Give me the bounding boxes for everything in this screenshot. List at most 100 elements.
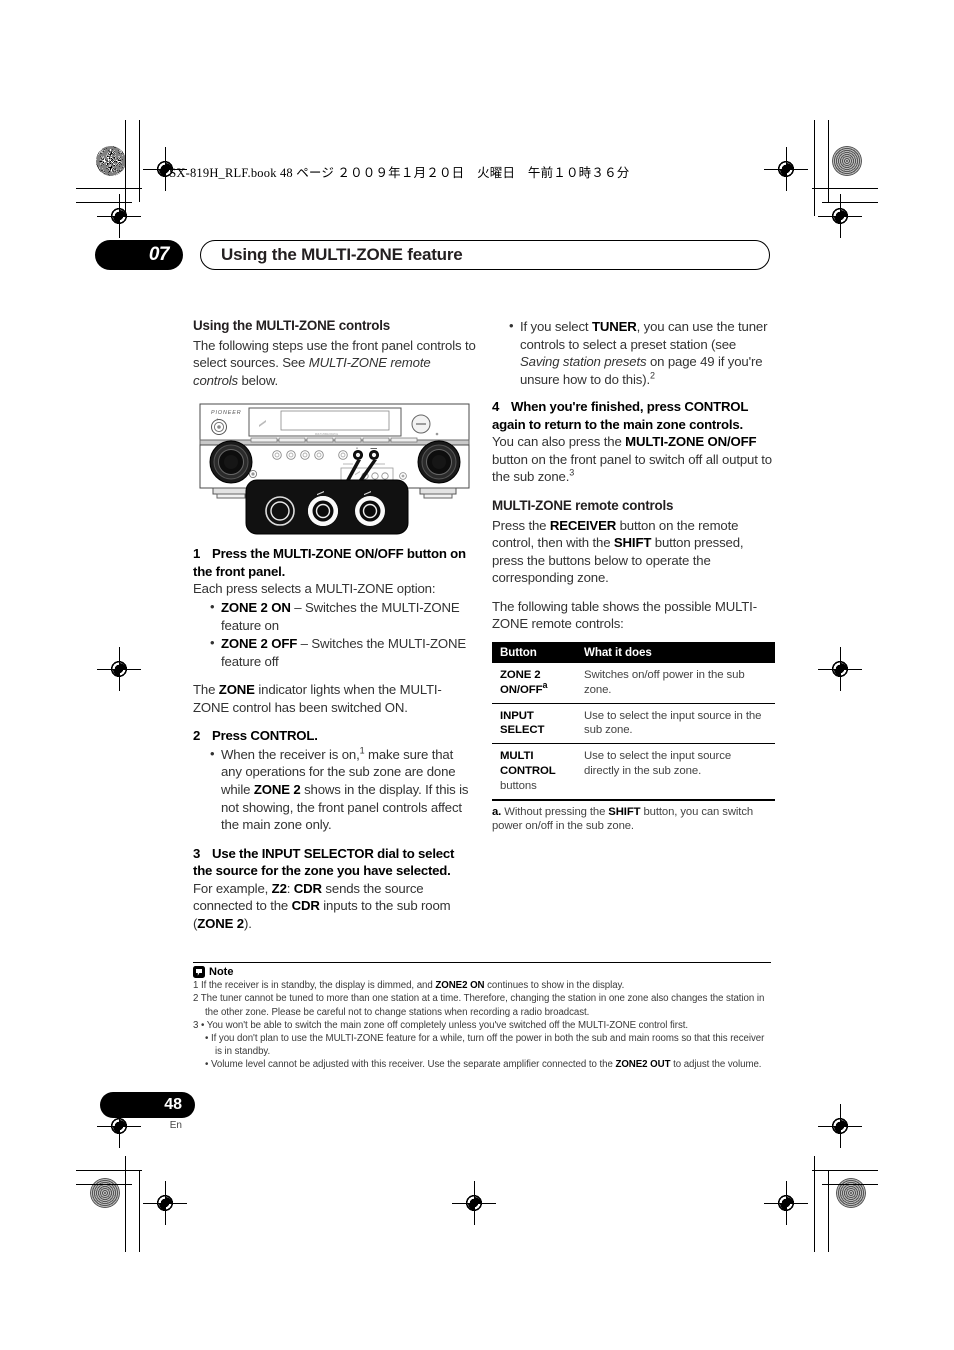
note-item-2: 2 The tuner cannot be tuned to more than… <box>193 992 771 1018</box>
step-1-text: Press the MULTI-ZONE ON/OFF button on th… <box>193 546 466 579</box>
notes-divider <box>193 962 771 964</box>
crop-line-tl-v2 <box>139 120 140 202</box>
table-cell-what-0: Switches on/off power in the sub zone. <box>574 662 775 704</box>
note-item-3: 3 • You won't be able to switch the main… <box>193 1019 771 1032</box>
crop-line-tr-h1 <box>812 188 878 189</box>
note-3c-bold: ZONE2 OUT <box>615 1059 671 1071</box>
table-cell-what-2: Use to select the input source directly … <box>574 743 775 801</box>
crop-line-tr-v1 <box>814 120 815 216</box>
note-item-1: 1 If the receiver is in standby, the dis… <box>193 979 771 992</box>
svg-text:MULTI ZONE DIGITAL: MULTI ZONE DIGITAL <box>315 433 339 436</box>
table-cell-button-2: MULTI CONTROL buttons <box>492 743 574 801</box>
tuner-p1: If you select <box>520 319 592 334</box>
moire-circle-bottom-left <box>90 1178 120 1208</box>
notes-title-text: Note <box>209 966 234 979</box>
step-2-text: Press CONTROL. <box>212 728 318 744</box>
registration-mark-top-right <box>764 147 808 191</box>
remote-p1: Press the <box>492 517 550 533</box>
step-1-lead: Each press selects a MULTI-ZONE option: <box>193 581 436 597</box>
registration-mark-bottom-right <box>764 1181 808 1225</box>
step-4-number: 4 <box>492 399 500 415</box>
page-title: Using the MULTI-ZONE feature <box>200 240 770 270</box>
tuner-italic-ref: Saving station presets <box>520 354 647 370</box>
page-language-label: En <box>169 1120 182 1131</box>
step4-p1: You can also press the <box>492 434 626 450</box>
crop-line-tl-h1 <box>76 188 142 189</box>
step4-p2: button on the front panel to switch off … <box>492 451 772 485</box>
step3-p5: ). <box>243 915 252 931</box>
moire-circle-top-right <box>832 146 862 176</box>
crop-line-br-h2 <box>822 1184 878 1185</box>
row0-button-label: ZONE 2 ON/OFF <box>500 668 543 696</box>
bullet-1-bold: ZONE 2 OFF <box>221 636 298 652</box>
note-item-3c: • Volume level cannot be adjusted with t… <box>193 1058 771 1071</box>
step2-bold: ZONE 2 <box>253 781 301 797</box>
step-3-text: Use the INPUT SELECTOR dial to select th… <box>193 845 455 879</box>
intro-part2: below. <box>237 372 278 388</box>
footnote-label-a: a. <box>492 805 502 818</box>
remote-controls-table: Button What it does ZONE 2 ON/OFFa Switc… <box>492 641 775 801</box>
registration-mark-bottom-right-inner <box>818 1104 862 1148</box>
step-4-body: You can also press the MULTI-ZONE ON/OFF… <box>492 433 775 486</box>
note-1-bold: ZONE2 ON <box>435 980 485 992</box>
step-2-bullet-list: When the receiver is on,1 make sure that… <box>193 745 476 834</box>
note-icon <box>193 966 205 979</box>
note-2-p1: The tuner cannot be tuned to more than o… <box>198 993 765 1018</box>
step3-b1: Z2 <box>271 880 287 896</box>
remote-b1: RECEIVER <box>549 517 617 533</box>
table-header-row: Button What it does <box>492 641 775 663</box>
row2-button-sub: buttons <box>500 779 537 792</box>
table-footnote: a. Without pressing the SHIFT button, yo… <box>492 805 775 834</box>
step-3-number: 3 <box>193 845 201 861</box>
step-3-title: 3 Use the INPUT SELECTOR dial to select t… <box>193 845 476 880</box>
row2-button-label: MULTI CONTROL <box>500 750 556 778</box>
page-number-badge: 48 <box>100 1092 195 1118</box>
step-1-bullet-list: ZONE 2 ON – Switches the MULTI-ZONE feat… <box>193 598 476 670</box>
notes-heading: Note <box>193 966 771 979</box>
table-row: MULTI CONTROL buttons Use to select the i… <box>492 743 775 801</box>
crop-line-bl-v2 <box>139 1170 140 1252</box>
section-heading-multizone-controls: Using the MULTI-ZONE controls <box>193 318 391 333</box>
crop-line-br-v2 <box>828 1170 829 1252</box>
registration-mark-right-middle <box>818 647 862 691</box>
zone-indicator-note: The ZONE indicator lights when the MULTI… <box>193 681 476 716</box>
step3-p2: : <box>286 880 294 896</box>
remote-b2: SHIFT <box>613 535 652 551</box>
crop-line-tr-v2 <box>828 120 829 202</box>
table-row: ZONE 2 ON/OFFa Switches on/off power in … <box>492 662 775 704</box>
note-3c-p2: to adjust the volume. <box>670 1059 762 1071</box>
step3-b4: ZONE 2 <box>197 915 244 931</box>
moire-circle-top-left <box>96 146 126 176</box>
registration-mark-top-right-inner <box>818 194 862 238</box>
step4-bold: MULTI-ZONE ON/OFF <box>625 434 757 450</box>
zone-note-part1: The <box>193 682 219 698</box>
list-item: When the receiver is on,1 make sure that… <box>210 745 476 834</box>
note-item-3b: • If you don't plan to use the MULTI-ZON… <box>193 1032 771 1058</box>
note-1-p2: continues to show in the display. <box>484 980 625 992</box>
step-3-body: For example, Z2: CDR sends the source co… <box>193 880 476 933</box>
registration-mark-bottom-center <box>452 1181 496 1225</box>
crop-line-bl-h2 <box>76 1184 132 1185</box>
svg-text:PIONEER: PIONEER <box>211 410 242 416</box>
table-cell-button-0: ZONE 2 ON/OFFa <box>492 662 574 704</box>
footnote-p1: Without pressing the <box>501 805 609 818</box>
registration-mark-bottom-left <box>143 1181 187 1225</box>
crop-line-tl-h2 <box>76 202 132 203</box>
note-3b-p1: • If you don't plan to use the MULTI-ZON… <box>205 1033 765 1058</box>
registration-mark-left-middle <box>97 647 141 691</box>
bullet-0-bold: ZONE 2 ON <box>221 600 291 616</box>
table-intro: The following table shows the possible M… <box>492 598 757 632</box>
section-heading-remote-controls: MULTI-ZONE remote controls <box>492 497 674 513</box>
tuner-bold: TUNER <box>591 319 637 334</box>
table-row: INPUT SELECT Use to select the input sou… <box>492 703 775 745</box>
step-1-number: 1 <box>193 546 201 562</box>
right-column: If you select TUNER, you can use the tun… <box>492 317 775 834</box>
step-4-title: 4 When you're finished, press CONTROL aga… <box>492 398 775 433</box>
step-2-title: 2 Press CONTROL. <box>193 727 476 745</box>
book-file-header: VSX-819H_RLF.book 48 ページ ２００９年１月２０日 火曜日 … <box>160 166 630 180</box>
remote-body: Press the RECEIVER button on the remote … <box>492 517 775 587</box>
footnote-bold: SHIFT <box>608 805 641 818</box>
table-cell-what-1: Use to select the input source in the su… <box>574 703 775 745</box>
table-header-button: Button <box>492 641 574 663</box>
av-receiver-front-panel-illustration: PIONEER MULTI ZONE DIGITAL <box>193 398 476 538</box>
